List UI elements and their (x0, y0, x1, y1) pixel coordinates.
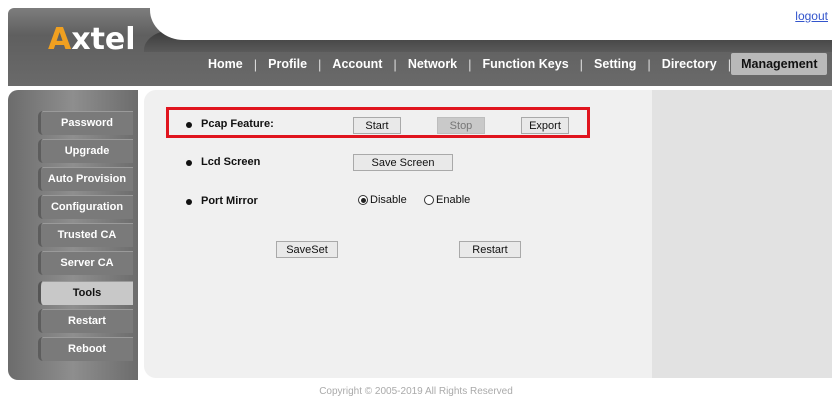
sidebar-item-trusted-ca[interactable]: Trusted CA (38, 223, 133, 247)
bullet-icon (186, 122, 192, 128)
main-nav: Home | Profile | Account | Network | Fun… (197, 53, 828, 75)
saveset-button[interactable]: SaveSet (276, 241, 338, 258)
pcap-stop-button[interactable]: Stop (437, 117, 485, 134)
restart-button[interactable]: Restart (459, 241, 521, 258)
radio-checked-icon (358, 195, 368, 205)
disable-label: Disable (370, 194, 407, 206)
nav-setting[interactable]: Setting (583, 57, 647, 71)
nav-network[interactable]: Network (397, 57, 468, 71)
sidebar-item-server-ca[interactable]: Server CA (38, 251, 133, 275)
header-top-area (150, 0, 832, 40)
bullet-icon (186, 160, 192, 166)
bullet-icon (186, 199, 192, 205)
nav-directory[interactable]: Directory (651, 57, 728, 71)
nav-profile[interactable]: Profile (257, 57, 318, 71)
sidebar-item-reboot[interactable]: Reboot (38, 337, 133, 361)
right-panel (652, 90, 832, 378)
logo: Axtel (48, 22, 136, 57)
enable-label: Enable (436, 194, 471, 206)
sidebar-item-auto-provision[interactable]: Auto Provision (38, 167, 133, 191)
pcap-export-button[interactable]: Export (521, 117, 569, 134)
port-mirror-enable-radio[interactable]: Enable (424, 194, 470, 206)
radio-unchecked-icon (424, 195, 434, 205)
logout-link[interactable]: logout (795, 9, 828, 23)
sidebar-item-upgrade[interactable]: Upgrade (38, 139, 133, 163)
nav-home[interactable]: Home (197, 57, 254, 71)
pcap-feature-label: Pcap Feature: (201, 118, 274, 130)
sidebar-item-password[interactable]: Password (38, 111, 133, 135)
sidebar-item-tools[interactable]: Tools (38, 281, 133, 305)
lcd-screen-label: Lcd Screen (201, 156, 261, 168)
port-mirror-disable-radio[interactable]: Disable (358, 194, 407, 206)
save-screen-button[interactable]: Save Screen (353, 154, 453, 171)
footer-copyright: Copyright © 2005-2019 All Rights Reserve… (319, 386, 513, 397)
nav-function-keys[interactable]: Function Keys (472, 57, 580, 71)
sidebar-item-restart[interactable]: Restart (38, 309, 133, 333)
nav-management[interactable]: Management (731, 53, 828, 75)
pcap-start-button[interactable]: Start (353, 117, 401, 134)
nav-account[interactable]: Account (321, 57, 393, 71)
header: Axtel logout Home | Profile | Account | … (0, 0, 832, 86)
sidebar-item-configuration[interactable]: Configuration (38, 195, 133, 219)
port-mirror-label: Port Mirror (201, 195, 258, 207)
